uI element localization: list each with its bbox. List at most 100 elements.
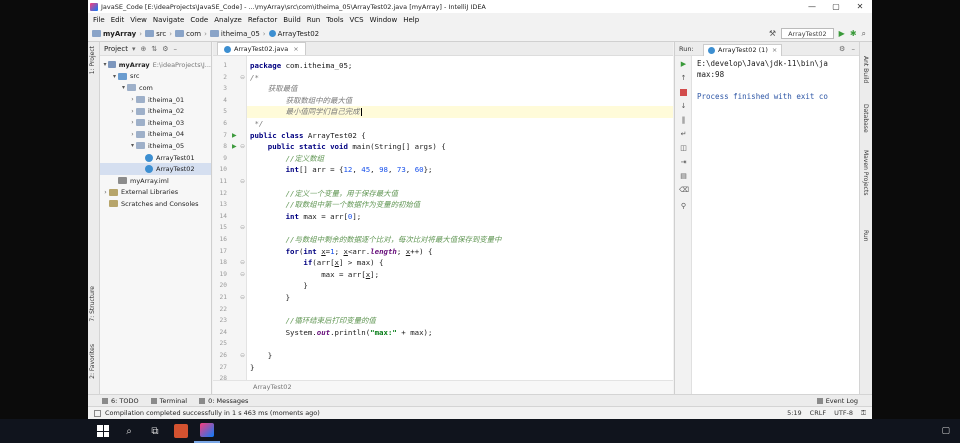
expand-arrow-icon[interactable]: ▾: [120, 84, 127, 91]
code-line[interactable]: System.out.println("max:" + max);: [250, 327, 433, 339]
code-line[interactable]: public class ArrayTest02 {: [250, 130, 366, 142]
pause-icon[interactable]: ‖: [679, 116, 688, 124]
print-icon[interactable]: ▤: [679, 172, 688, 180]
tree-item[interactable]: ▾ itheima_05: [100, 140, 211, 152]
code-line[interactable]: //循环结束后打印变量的值: [250, 315, 376, 327]
minimize-button[interactable]: —: [800, 0, 824, 13]
tab-arraytest02[interactable]: ArrayTest02.java ×: [217, 42, 306, 55]
fold-icon[interactable]: ⊖: [240, 143, 245, 150]
breadcrumb-module[interactable]: myArray: [103, 30, 136, 38]
taskview-icon[interactable]: ⧉: [142, 419, 168, 443]
run-config-select[interactable]: ArrayTest02: [781, 28, 834, 39]
code-line[interactable]: }: [250, 292, 290, 304]
code-line[interactable]: if(arr[x] > max) {: [250, 257, 383, 269]
lock-icon[interactable]: ⚿: [861, 409, 866, 418]
terminal-tool-button[interactable]: Terminal: [150, 397, 187, 405]
run-tab[interactable]: ArrayTest02 (1) ×: [703, 43, 783, 56]
taskbar-app-powerpoint[interactable]: [168, 419, 194, 443]
editor-breadcrumb[interactable]: ArrayTest02: [213, 380, 673, 394]
code-line[interactable]: }: [250, 350, 272, 362]
run-main-gutter-icon[interactable]: ▶: [232, 143, 237, 150]
menu-window[interactable]: Window: [367, 16, 401, 24]
tree-item[interactable]: ▾ myArray E:\ideaProjects\J...: [100, 59, 212, 71]
chevron-down-icon[interactable]: ▾: [132, 45, 136, 53]
menu-vcs[interactable]: VCS: [346, 16, 366, 24]
code-line[interactable]: 最小值同学们自己完成: [247, 106, 673, 118]
close-button[interactable]: ✕: [848, 0, 872, 13]
down-arrow-icon[interactable]: ↓: [679, 102, 688, 110]
code-line[interactable]: for(int x=1; x<arr.length; x++) {: [250, 246, 433, 258]
expand-arrow-icon[interactable]: ›: [129, 119, 136, 126]
gear-icon[interactable]: ⚙: [162, 45, 168, 53]
menu-run[interactable]: Run: [304, 16, 323, 24]
status-icon[interactable]: [94, 409, 101, 417]
fold-icon[interactable]: ⊖: [240, 178, 245, 185]
code-line[interactable]: 获取最值: [250, 83, 298, 95]
tree-item[interactable]: ArrayTest02: [100, 163, 211, 175]
menu-refactor[interactable]: Refactor: [245, 16, 280, 24]
menu-file[interactable]: File: [90, 16, 108, 24]
code-line[interactable]: int[] arr = {12, 45, 98, 73, 60};: [250, 164, 433, 176]
code-line[interactable]: 获取数组中的最大值: [250, 95, 353, 107]
menu-view[interactable]: View: [127, 16, 150, 24]
expand-arrow-icon[interactable]: ›: [129, 108, 136, 115]
tree-item[interactable]: Scratches and Consoles: [100, 198, 211, 210]
expand-arrow-icon[interactable]: ›: [129, 131, 136, 138]
project-tool-button[interactable]: 1: Project: [89, 46, 96, 74]
menu-tools[interactable]: Tools: [323, 16, 346, 24]
hide-icon[interactable]: –: [852, 45, 856, 53]
close-icon[interactable]: ×: [293, 45, 298, 53]
maven-tool-button[interactable]: Maven Projects: [862, 150, 869, 195]
menu-analyze[interactable]: Analyze: [211, 16, 245, 24]
fold-icon[interactable]: ⊖: [240, 224, 245, 231]
caret-position[interactable]: 5:19: [787, 409, 802, 418]
todo-tool-button[interactable]: 6: TODO: [102, 397, 139, 405]
code-line[interactable]: max = arr[x];: [250, 269, 379, 281]
menu-code[interactable]: Code: [187, 16, 211, 24]
tree-item[interactable]: ArrayTest01: [100, 152, 211, 164]
camera-icon[interactable]: ◫: [679, 144, 688, 152]
code-line[interactable]: //定义一个变量，用于保存最大值: [250, 188, 398, 200]
structure-tool-button[interactable]: 7: Structure: [89, 286, 96, 322]
code-line[interactable]: int max = arr[0];: [250, 211, 362, 223]
code-line[interactable]: /*: [250, 72, 259, 84]
tree-item[interactable]: › External Libraries: [100, 187, 211, 199]
search-icon[interactable]: ⌕: [116, 419, 142, 443]
gear-icon[interactable]: ⚙: [839, 45, 845, 53]
wrap-icon[interactable]: ↵: [679, 130, 688, 138]
fold-icon[interactable]: ⊖: [240, 259, 245, 266]
up-arrow-icon[interactable]: ↑: [679, 74, 688, 82]
status-message[interactable]: Compilation completed successfully in 1 …: [105, 409, 320, 417]
breadcrumb-package[interactable]: itheima_05: [221, 30, 260, 38]
expand-arrow-icon[interactable]: ›: [102, 189, 109, 196]
favorites-tool-button[interactable]: 2: Favorites: [89, 344, 96, 379]
menu-navigate[interactable]: Navigate: [150, 16, 187, 24]
tree-item[interactable]: myArray.iml: [100, 175, 211, 187]
tree-item[interactable]: ▾ com: [100, 82, 211, 94]
tree-item[interactable]: › itheima_01: [100, 94, 211, 106]
console-output[interactable]: E:\develop\Java\jdk-11\bin\ja max:98 Proce…: [697, 58, 859, 102]
rerun-icon[interactable]: ▶: [679, 60, 688, 68]
code-line[interactable]: public static void main(String[] args) {: [250, 141, 446, 153]
menu-build[interactable]: Build: [280, 16, 304, 24]
project-view-label[interactable]: Project: [104, 45, 128, 53]
code-line[interactable]: //与数组中剩余的数据逐个比对，每次比对将最大值保存到变量中: [250, 234, 502, 246]
code-line[interactable]: }: [250, 280, 307, 292]
start-button[interactable]: [90, 419, 116, 443]
locate-icon[interactable]: ⊕: [140, 45, 146, 53]
database-tool-button[interactable]: Database: [862, 104, 869, 133]
code-line[interactable]: //定义数组: [250, 153, 324, 165]
pin-icon[interactable]: ⚲: [679, 202, 688, 210]
fold-icon[interactable]: ⊖: [240, 294, 245, 301]
search-icon[interactable]: ⌕: [862, 29, 866, 39]
fold-icon[interactable]: ⊖: [240, 271, 245, 278]
exit-icon[interactable]: ⇥: [679, 158, 688, 166]
stop-icon[interactable]: [680, 89, 687, 96]
breadcrumb-class[interactable]: ArrayTest02: [278, 30, 320, 38]
hide-icon[interactable]: –: [174, 45, 178, 53]
collapse-icon[interactable]: ⇅: [151, 45, 157, 53]
code-area[interactable]: package com.itheima_05;/* 获取最值 获取数组中的最大值…: [247, 56, 673, 380]
line-separator[interactable]: CRLF: [810, 409, 826, 418]
tree-item[interactable]: › itheima_02: [100, 105, 211, 117]
run-class-gutter-icon[interactable]: ▶: [232, 132, 237, 139]
